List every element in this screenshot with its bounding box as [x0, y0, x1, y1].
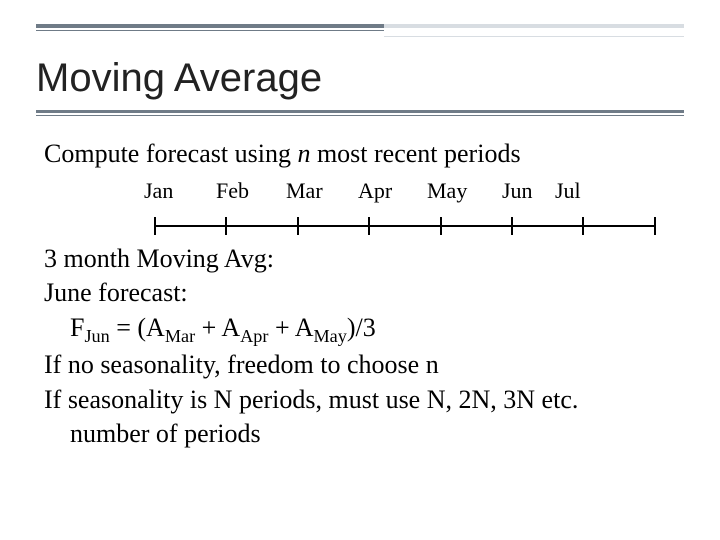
formula-eq: = (A: [110, 313, 165, 342]
formula-plus2: + A: [268, 313, 313, 342]
month-label: Feb: [216, 177, 249, 205]
formula-tail: )/3: [347, 313, 376, 342]
month-label: Jan: [144, 177, 173, 205]
intro-line: Compute forecast using n most recent per…: [44, 138, 684, 171]
formula-A3-sub: May: [313, 326, 346, 346]
timeline-tick: [654, 217, 656, 235]
formula-F: F: [70, 313, 84, 342]
formula-line: FJun = (AMar + AApr + AMay)/3: [44, 312, 684, 348]
slide-body: Compute forecast using n most recent per…: [44, 138, 684, 453]
top-rule-right: [384, 24, 684, 37]
line-no-seasonality: If no seasonality, freedom to choose n: [44, 349, 684, 382]
intro-n: n: [297, 139, 310, 168]
intro-pre: Compute forecast using: [44, 139, 297, 168]
title-underline-thick: [36, 110, 684, 113]
timeline-tick: [368, 217, 370, 235]
formula-A2-sub: Apr: [240, 326, 268, 346]
formula-plus1: + A: [195, 313, 240, 342]
timeline-tick: [297, 217, 299, 235]
intro-post: most recent periods: [310, 139, 520, 168]
line-june-forecast: June forecast:: [44, 277, 684, 310]
month-label: May: [427, 177, 467, 205]
title-underline-thin: [36, 115, 684, 116]
line-seasonality: If seasonality is N periods, must use N,…: [44, 384, 684, 417]
line-3mo: 3 month Moving Avg:: [44, 243, 684, 276]
timeline: [44, 211, 684, 239]
slide: Moving Average Compute forecast using n …: [0, 0, 720, 540]
timeline-tick: [225, 217, 227, 235]
timeline-tick: [154, 217, 156, 235]
timeline-line: [154, 225, 654, 227]
formula-F-sub: Jun: [84, 326, 109, 346]
line-num-periods: number of periods: [44, 418, 684, 451]
month-label: Jul: [555, 177, 581, 205]
slide-title: Moving Average: [36, 56, 322, 101]
months-row: Jan Feb Mar Apr May Jun Jul: [44, 177, 684, 207]
month-label: Mar: [286, 177, 323, 205]
timeline-tick: [440, 217, 442, 235]
month-label: Apr: [358, 177, 392, 205]
formula-A1-sub: Mar: [165, 326, 195, 346]
timeline-tick: [582, 217, 584, 235]
timeline-tick: [511, 217, 513, 235]
month-label: Jun: [502, 177, 533, 205]
